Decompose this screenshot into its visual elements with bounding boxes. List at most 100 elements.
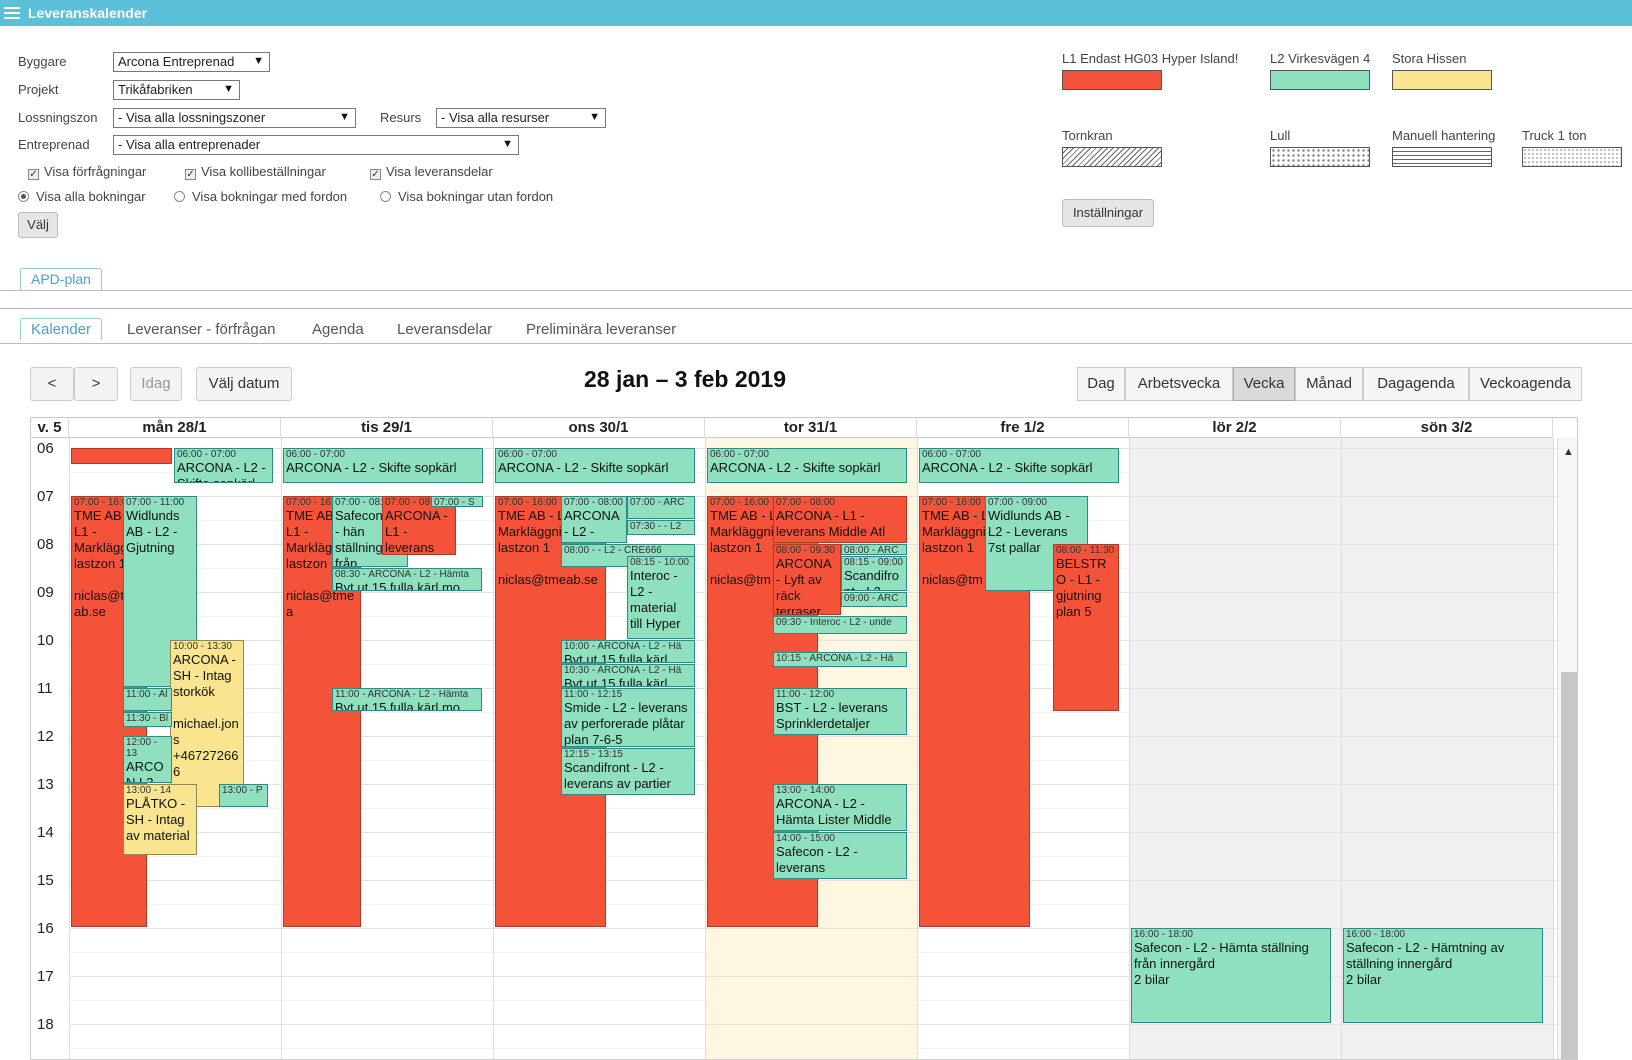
day-header[interactable]: lör 2/2	[1129, 418, 1341, 438]
radio-visa-alla-bokningar[interactable]: Visa alla bokningar	[18, 189, 146, 204]
calendar-event[interactable]: 07:00 - 08:00ARCONA - L2 - Leverans M	[561, 496, 627, 543]
day-header[interactable]: fre 1/2	[917, 418, 1129, 438]
calendar-event[interactable]: 16:00 - 18:00 Safecon - L2 - Hämta ställn…	[1131, 928, 1331, 1023]
calendar-event[interactable]: 13:00 - 14:00 ARCONA - L2 - Hämta Lister …	[773, 784, 907, 831]
hamburger-menu-icon[interactable]	[4, 4, 20, 20]
calendar-event[interactable]: 13:00 - P	[219, 784, 268, 807]
byggare-select[interactable]: Arcona Entreprenad ▼	[113, 52, 270, 72]
radio-selected-icon	[18, 191, 29, 202]
calendar-event[interactable]: 06:00 - 07:00ARCONA - L2 - Skifte sopkär…	[495, 448, 695, 483]
calendar-event[interactable]: 13:00 - 14 PLÅTKO - SH - Intag av materia…	[123, 784, 197, 855]
calendar-event[interactable]: 08:15 - 10:00 Interoc - L2 - material til…	[627, 556, 695, 639]
calendar-event[interactable]: 11:00 - 12:15 Smide - L2 - leverans av pe…	[561, 688, 695, 747]
scroll-up-icon[interactable]: ▲	[1563, 446, 1574, 458]
calendar-event[interactable]: 16:00 - 18:00 Safecon - L2 - Hämtning av …	[1343, 928, 1543, 1023]
event-title: Safecon - L2 - Hämtning av ställning inn…	[1346, 940, 1505, 987]
event-title: BELSTRO - L1 - gjutning plan 5	[1056, 556, 1107, 619]
calendar-event[interactable]: 07:30 - - L2	[627, 520, 695, 535]
calendar-event[interactable]: 12:15 - 13:15 Scandifront - L2 - leverans…	[561, 748, 695, 795]
day-header[interactable]: ons 30/1	[493, 418, 705, 438]
tab-agenda[interactable]: Agenda	[312, 321, 364, 338]
day-header[interactable]: sön 3/2	[1341, 418, 1553, 438]
calendar-event[interactable]: 08:00 - ARC	[841, 544, 907, 555]
calendar-event[interactable]: 08:00 - 11:30 BELSTRO - L1 - gjutning pla…	[1053, 544, 1119, 711]
installningar-button[interactable]: Inställningar	[1062, 199, 1154, 227]
legend-label-truck: Truck 1 ton	[1522, 128, 1587, 143]
calendar-event[interactable]: 08:30 - ARCONA - L2 - Hämta Byt ut 15 ful…	[332, 568, 482, 591]
calendar-event[interactable]: 10:00 - 13:30 ARCONA - SH - Intag storkök…	[170, 640, 244, 807]
day-divider	[1341, 438, 1342, 1059]
day-header[interactable]: tor 31/1	[705, 418, 917, 438]
calendar-event[interactable]: 08:00 - 09:30 ARCONA - Lyft av räck terra…	[773, 544, 841, 615]
calendar-event[interactable]: 08:15 - 09:00Scandifront - L2	[841, 556, 907, 591]
tab-leveransdelar[interactable]: Leveransdelar	[397, 321, 492, 338]
checkbox-visa-leveransdelar[interactable]: ✓ Visa leveransdelar	[370, 164, 493, 180]
calendar-event[interactable]: 11:00 - 12:00 BST - L2 - leverans Sprinkl…	[773, 688, 907, 735]
calendar-event[interactable]: 12:00 - 13 ARCON L2 -	[123, 736, 172, 783]
event-title: ARCONA - L2 - Skifte sopkärl	[922, 460, 1093, 475]
calendar-event[interactable]: 11:00 - Al	[123, 688, 172, 711]
radio-icon	[174, 191, 185, 202]
next-button[interactable]: >	[74, 367, 118, 401]
choose-date-button[interactable]: Välj datum	[196, 367, 292, 401]
calendar-event[interactable]: 06:00 - 07:00ARCONA - L2 - Skifte sopkär…	[919, 448, 1119, 483]
entreprenad-select[interactable]: - Visa alla entreprenader ▼	[113, 135, 519, 155]
hour-label: 15	[37, 872, 54, 889]
event-title: PLÅTKO - SH - Intag av material	[126, 796, 190, 843]
calendar-event[interactable]: 07:00 - ARC	[627, 496, 695, 519]
calendar-event[interactable]: 07:00 - S	[431, 496, 483, 507]
calendar-scrollbar[interactable]: ▲	[1557, 438, 1577, 1059]
app-title: Leveranskalender	[28, 5, 148, 21]
hour-label: 07	[37, 488, 54, 505]
lossningszon-label: Lossningszon	[18, 110, 98, 125]
calendar-event[interactable]: 10:30 - ARCONA - L2 - Hä Byt ut 15 fulla …	[561, 664, 695, 687]
calendar-event[interactable]: 06:00 - 07:00ARCONA - L2 - Skifte sopkär…	[707, 448, 907, 483]
scrollbar-thumb[interactable]	[1561, 672, 1577, 1059]
lossningszon-select[interactable]: - Visa alla lossningszoner ▼	[113, 108, 356, 128]
view-vecka-button[interactable]: Vecka	[1233, 367, 1295, 401]
view-dagagenda-button[interactable]: Dagagenda	[1363, 367, 1469, 401]
today-button[interactable]: Idag	[130, 367, 182, 401]
calendar-event[interactable]: 07:00 - 08:00 ARCONA - L1 - leverans Midd…	[773, 496, 907, 543]
tab-kalender[interactable]: Kalender	[20, 318, 103, 340]
calendar-event[interactable]: 14:00 - 15:00 Safecon - L2 - leverans	[773, 832, 907, 879]
calendar-event[interactable]: 06:00 - 07:00ARCONA - L2 - Skifte sopkär…	[283, 448, 483, 483]
day-header[interactable]: tis 29/1	[281, 418, 493, 438]
event-time: 08:15 - 10:00	[630, 557, 689, 568]
event-time: 07:30 - - L2	[630, 521, 682, 532]
calendar-event[interactable]: 11:00 - ARCONA - L2 - Hämta Byt ut 15 ful…	[332, 688, 482, 711]
event-time: 13:00 - 14:00	[776, 785, 835, 796]
event-time: 11:00 - 12:00	[776, 689, 835, 700]
projekt-select[interactable]: Trikåfabriken ▼	[113, 80, 240, 100]
calendar-event[interactable]	[71, 448, 172, 464]
prev-button[interactable]: <	[30, 367, 74, 401]
dropdown-arrow-icon: ▼	[589, 111, 600, 123]
radio-bokningar-med-fordon[interactable]: Visa bokningar med fordon	[174, 189, 347, 204]
calendar-event[interactable]: 11:30 - Bl	[123, 712, 172, 727]
calendar-grid[interactable]: 06 07 08 09 10 11 12 13 14 15 16 17 18 06:00 - 07:00 A…	[31, 438, 1577, 1059]
event-time: 10:00 - ARCONA - L2 - Hä	[564, 641, 682, 652]
event-time: 13:00 - 14	[126, 785, 172, 796]
view-dag-button[interactable]: Dag	[1077, 367, 1125, 401]
event-title: Safecon - L2 - Hämta ställning från inne…	[1134, 940, 1309, 987]
tab-leveranser-forfragan[interactable]: Leveranser - förfrågan	[127, 321, 275, 338]
calendar-event[interactable]: 09:30 - Interoc - L2 - unde	[773, 616, 907, 634]
calendar-event[interactable]: 09:00 - ARC	[841, 592, 907, 607]
hour-label: 14	[37, 824, 54, 841]
tab-preliminara-leveranser[interactable]: Preliminära leveranser	[526, 321, 676, 338]
view-manad-button[interactable]: Månad	[1295, 367, 1363, 401]
event-title: ARCONA - L2 - Skifte sopkärl	[286, 460, 457, 475]
calendar-event[interactable]: 06:00 - 07:00ARCONA - L2 - Skifte sopkär…	[174, 448, 273, 483]
checkbox-visa-kollibestallningar[interactable]: ✓ Visa kollibeställningar	[185, 164, 326, 180]
calendar-event[interactable]: 10:00 - ARCONA - L2 - Hä Byt ut 15 fulla …	[561, 640, 695, 663]
day-header[interactable]: mån 28/1	[69, 418, 281, 438]
view-veckoagenda-button[interactable]: Veckoagenda	[1469, 367, 1582, 401]
tab-apd-plan[interactable]: APD-plan	[20, 268, 102, 290]
checkbox-visa-forfragningar[interactable]: ✓ Visa förfrågningar	[28, 164, 146, 180]
valj-button[interactable]: Välj	[18, 212, 58, 238]
radio-bokningar-utan-fordon[interactable]: Visa bokningar utan fordon	[380, 189, 553, 204]
event-time: 12:00 - 13	[126, 737, 158, 759]
calendar-event[interactable]: 10:15 - ARCONA - L2 - Hä	[773, 652, 907, 667]
view-arbetsvecka-button[interactable]: Arbetsvecka	[1125, 367, 1233, 401]
resurs-select[interactable]: - Visa alla resurser ▼	[436, 108, 606, 128]
